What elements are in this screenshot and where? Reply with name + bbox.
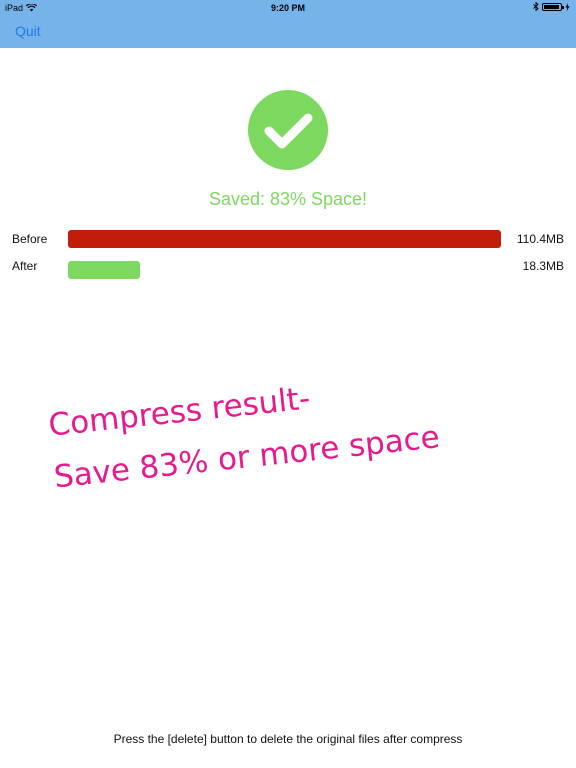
status-bar-right — [533, 2, 570, 11]
delete-instruction: Press the [delete] button to delete the … — [113, 732, 463, 746]
after-label: After — [12, 259, 38, 273]
promo-caption: Compress result- Save 83% or more space — [46, 360, 442, 504]
quit-button[interactable]: Quit — [15, 23, 41, 39]
before-size: 110.4MB — [516, 232, 564, 246]
before-size-bar — [68, 230, 501, 248]
checkmark-icon — [248, 90, 328, 170]
battery-icon — [542, 2, 564, 11]
before-label: Before — [12, 232, 48, 246]
status-time: 9:20 PM — [270, 3, 305, 13]
charging-bolt-icon — [565, 2, 570, 11]
after-size: 18.3MB — [522, 259, 564, 273]
screen: iPad 9:20 PM Quit Saved: 83% Space! Befo… — [0, 0, 576, 768]
after-size-bar — [68, 261, 140, 279]
navigation-bar: iPad 9:20 PM Quit — [0, 0, 576, 48]
bluetooth-icon — [533, 2, 539, 11]
saved-percentage-text: Saved: 83% Space! — [208, 189, 368, 209]
